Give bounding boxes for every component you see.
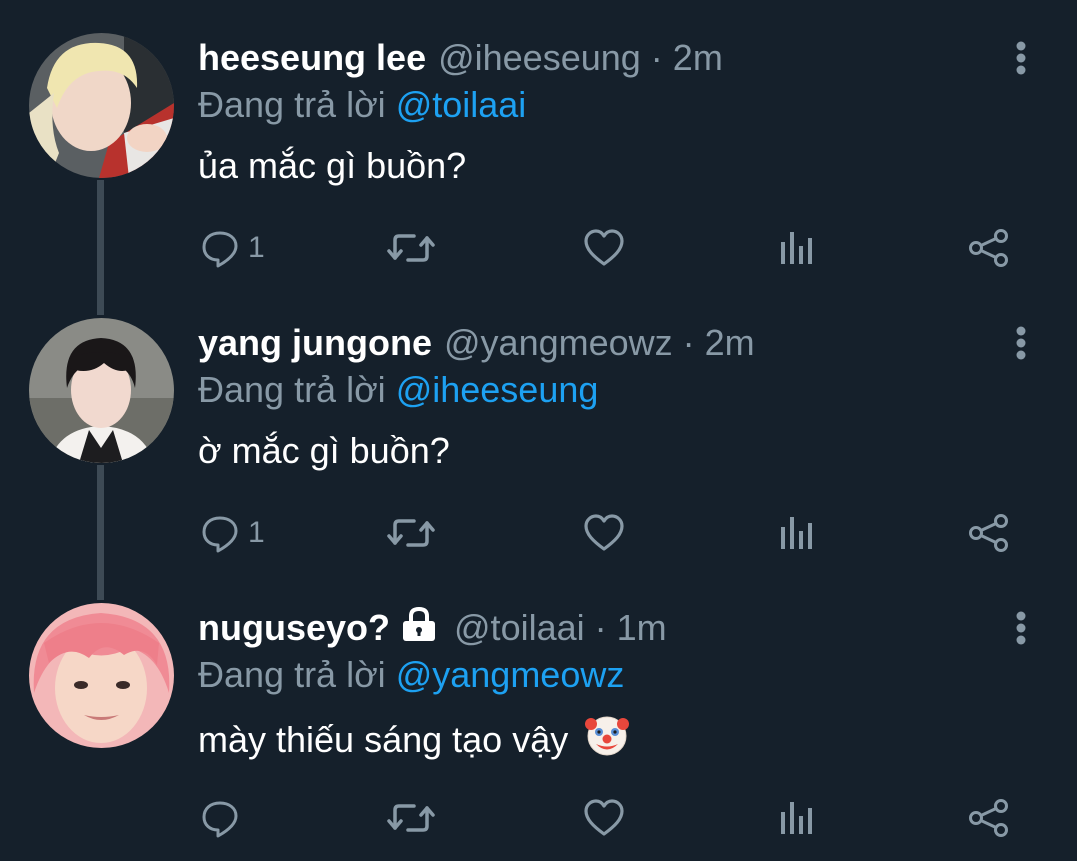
replying-to: Đang trả lời @toilaai [198,84,526,126]
avatar[interactable] [29,603,174,748]
analytics-button[interactable] [778,228,818,268]
replying-to: Đang trả lời @iheeseung [198,369,598,411]
timestamp[interactable]: 2m [673,37,723,79]
reply-count: 1 [248,231,265,264]
tweet-text: ờ mắc gì buồn? [198,430,450,471]
reply-icon [200,513,240,553]
share-button[interactable] [967,228,1011,268]
display-name[interactable]: nuguseyo? [198,607,390,649]
replying-to: Đang trả lời @yangmeowz [198,654,624,696]
like-button[interactable] [583,513,625,553]
retweet-icon [386,798,436,838]
mention-link[interactable]: @iheeseung [396,369,599,410]
share-icon [967,798,1011,838]
analytics-icon [778,798,818,838]
like-icon [583,513,625,553]
action-bar [0,798,1077,838]
replying-to-label: Đang trả lời [198,654,386,695]
avatar[interactable] [29,33,174,178]
tweet-text: mày thiếu sáng tạo vậy [198,715,630,770]
timestamp[interactable]: 1m [617,607,667,649]
analytics-button[interactable] [778,513,818,553]
more-vertical-icon[interactable] [1008,38,1034,78]
action-bar: 1 [0,513,1077,553]
display-name[interactable]: yang jungone [198,322,432,364]
more-vertical-icon[interactable] [1008,608,1034,648]
analytics-button[interactable] [778,798,818,838]
separator: · [682,322,695,363]
username[interactable]: @yangmeowz [444,322,673,364]
tweet-header: heeseung lee @iheeseung · 2m [198,37,723,79]
reply-icon [200,798,240,838]
share-icon [967,228,1011,268]
reply-icon [200,228,240,268]
like-icon [583,798,625,838]
like-icon [583,228,625,268]
clown-face-icon [584,712,630,767]
retweet-icon [386,513,436,553]
username[interactable]: @iheeseung [438,37,641,79]
retweet-icon [386,228,436,268]
display-name[interactable]: heeseung lee [198,37,426,79]
tweet-text-content: mày thiếu sáng tạo vậy [198,719,569,761]
replying-to-label: Đang trả lời [198,369,386,410]
retweet-button[interactable] [386,513,436,553]
avatar[interactable] [29,318,174,463]
mention-link[interactable]: @toilaai [396,84,527,125]
like-button[interactable] [583,228,625,268]
tweet[interactable]: heeseung lee @iheeseung · 2m Đang trả lờ… [0,0,1077,285]
reply-button[interactable] [200,798,248,838]
separator: · [594,607,607,648]
tweet[interactable]: nuguseyo? @toilaai · 1m Đang trả lời @ya… [0,570,1077,855]
tweet[interactable]: yang jungone @yangmeowz · 2m Đang trả lờ… [0,285,1077,570]
tweet-header: yang jungone @yangmeowz · 2m [198,322,755,364]
lock-icon [400,606,438,651]
more-vertical-icon[interactable] [1008,323,1034,363]
replying-to-label: Đang trả lời [198,84,386,125]
action-bar: 1 [0,228,1077,268]
reply-button[interactable]: 1 [200,228,265,268]
separator: · [650,37,663,78]
analytics-icon [778,228,818,268]
timestamp[interactable]: 2m [705,322,755,364]
share-button[interactable] [967,513,1011,553]
reply-count: 1 [248,516,265,549]
analytics-icon [778,513,818,553]
mention-link[interactable]: @yangmeowz [396,654,625,695]
retweet-button[interactable] [386,798,436,838]
tweet-header: nuguseyo? @toilaai · 1m [198,606,667,651]
retweet-button[interactable] [386,228,436,268]
reply-button[interactable]: 1 [200,513,265,553]
tweet-text: ủa mắc gì buồn? [198,145,467,186]
share-icon [967,513,1011,553]
share-button[interactable] [967,798,1011,838]
username[interactable]: @toilaai [454,607,585,649]
like-button[interactable] [583,798,625,838]
